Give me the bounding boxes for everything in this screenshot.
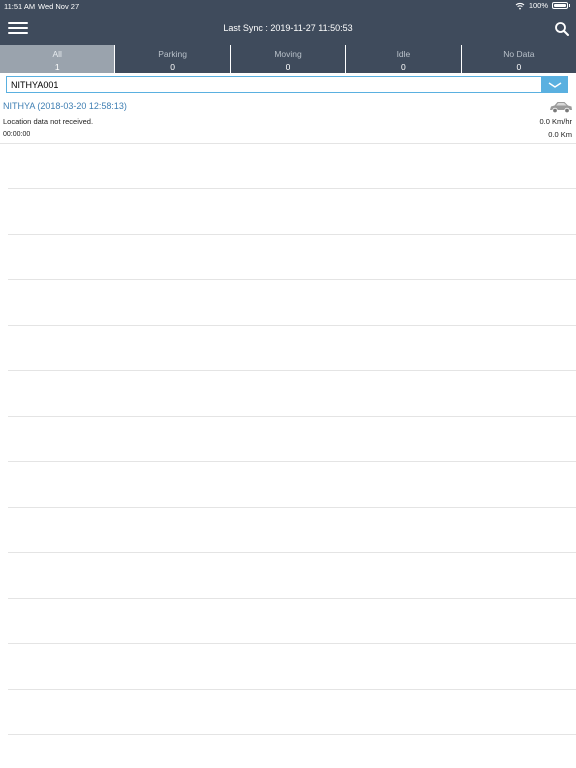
status-time: 11:51 AM: [4, 2, 36, 11]
page-title: Last Sync : 2019-11-27 11:50:53: [223, 23, 353, 33]
list-separator: [8, 552, 576, 553]
tab-label: No Data: [503, 49, 535, 59]
list-separator: [8, 643, 576, 644]
tab-count: 0: [401, 62, 406, 72]
tab-label: Moving: [274, 49, 302, 59]
list-separator: [8, 370, 576, 371]
chevron-down-icon: [548, 81, 561, 88]
tab-no-data[interactable]: No Data 0: [462, 45, 576, 73]
vehicle-select-value: NITHYA001: [11, 79, 59, 90]
status-right: 100%: [515, 1, 570, 10]
vehicle-speed: 0.0 Km/hr: [539, 117, 572, 126]
wifi-icon: [515, 2, 525, 9]
vehicle-list-item[interactable]: NITHYA (2018-03-20 12:58:13) Location da…: [0, 96, 576, 144]
list-separator: [8, 689, 576, 690]
list-separator: [8, 734, 576, 735]
vehicle-duration: 00:00:00: [3, 131, 31, 138]
app-header: 11:51 AM Wed Nov 27 100% Last Sync : 201…: [0, 0, 576, 45]
vehicle-select[interactable]: NITHYA001: [6, 76, 568, 93]
list-separator: [8, 188, 576, 189]
tab-all[interactable]: All 1: [0, 45, 116, 73]
tab-label: All: [52, 49, 62, 59]
battery-tip: [569, 4, 570, 7]
vehicle-location: Location data not received.: [3, 117, 94, 126]
tab-label: Idle: [396, 49, 411, 59]
list-separator: [8, 234, 576, 235]
battery-percent: 100%: [528, 1, 548, 10]
list-separator: [8, 598, 576, 599]
list-separator: [8, 279, 576, 280]
tab-count: 1: [54, 62, 60, 72]
tab-count: 0: [516, 62, 522, 72]
list-separator: [8, 461, 576, 462]
dropdown-toggle[interactable]: [541, 76, 568, 93]
vehicle-name: NITHYA (2018-03-20 12:58:13): [3, 101, 127, 111]
list-separator: [8, 416, 576, 417]
tab-count: 0: [285, 62, 291, 72]
tab-parking[interactable]: Parking 0: [115, 45, 231, 73]
tab-label: Parking: [158, 49, 188, 59]
car-icon: [550, 102, 572, 114]
tab-count: 0: [170, 62, 175, 72]
status-filter-tabs: All 1 Parking 0 Moving 0 Idle 0 No Data …: [0, 45, 576, 73]
tab-idle[interactable]: Idle 0: [346, 45, 462, 73]
list-separator: [8, 325, 576, 326]
list-separator: [8, 507, 576, 508]
tab-moving[interactable]: Moving 0: [231, 45, 347, 73]
vehicle-distance: 0.0 Km: [548, 130, 572, 139]
battery-icon: [552, 2, 568, 9]
search-icon[interactable]: [554, 21, 570, 37]
status-date: Wed Nov 27: [38, 2, 80, 11]
status-bar: 11:51 AM Wed Nov 27 100%: [0, 0, 576, 12]
